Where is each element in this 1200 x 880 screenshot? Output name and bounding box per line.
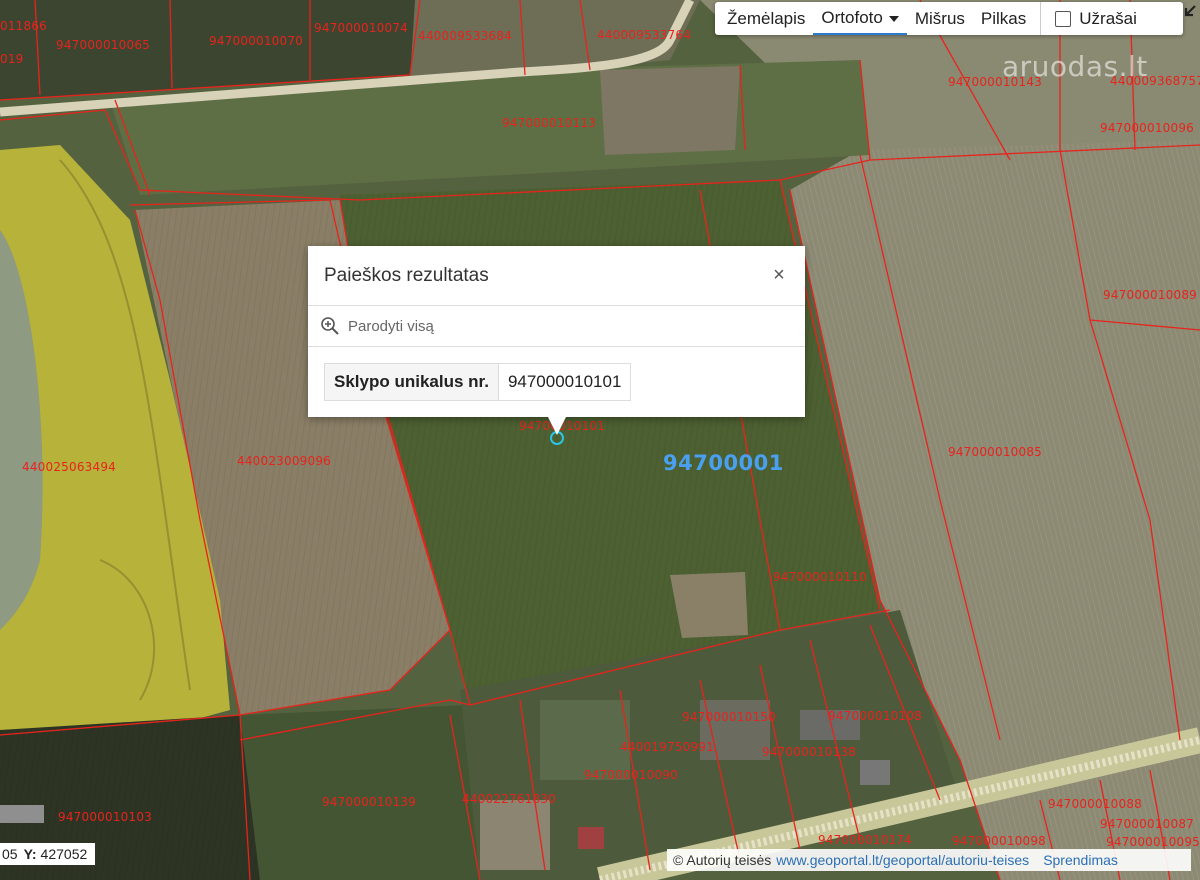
map-imagery (0, 0, 1200, 880)
basemap-tab-zemelapis[interactable]: Žemėlapis (715, 2, 813, 35)
parcel-label: 947000010139 (322, 795, 417, 809)
parcel-label: 947000010138 (762, 745, 857, 759)
y-coordinate-value: 427052 (40, 846, 88, 862)
show-all-link[interactable]: Parodyti visą (308, 306, 805, 347)
parcel-label: 440019750991 (620, 740, 715, 754)
attribute-table: Sklypo unikalus nr. 947000010101 (324, 363, 632, 401)
attribution-bar: © Autorių teisės www.geoportal.lt/geopor… (667, 849, 1191, 871)
table-row: Sklypo unikalus nr. 947000010101 (324, 363, 632, 401)
x-coordinate-fragment: 05 (2, 846, 18, 862)
attribute-key: Sklypo unikalus nr. (324, 363, 499, 401)
basemap-tab-pilkas[interactable]: Pilkas (973, 2, 1034, 35)
basemap-toolbar: Žemėlapis Ortofoto Mišrus Pilkas Užrašai (715, 2, 1183, 35)
parcel-label: 947000010108 (828, 709, 923, 723)
parcel-label: 947000010103 (58, 810, 153, 824)
parcel-label: 947000010150 (682, 710, 777, 724)
scale-bar (0, 805, 44, 823)
close-icon[interactable]: × (769, 264, 789, 287)
parcel-label: 947000010113 (502, 116, 597, 130)
parcel-label: 947000010085 (948, 445, 1043, 459)
show-all-label: Parodyti visą (348, 317, 434, 335)
parcel-label: 440023009096 (237, 454, 332, 468)
popup-header: Paieškos rezultatas × (308, 246, 805, 306)
parcel-label: 947000010110 (773, 570, 868, 584)
parcel-label: 947000010174 (818, 833, 913, 847)
collapse-arrow-icon[interactable] (1183, 4, 1197, 18)
search-result-popup: Paieškos rezultatas × Parodyti visą Skly… (308, 246, 805, 435)
parcel-label: 947000010065 (56, 38, 151, 52)
popup-pointer (548, 417, 566, 435)
parcel-label: 947000010098 (952, 834, 1047, 848)
caret-down-icon (888, 15, 899, 22)
copyright-text: © Autorių teisės (673, 852, 772, 868)
parcel-label: 440009533684 (418, 29, 513, 43)
basemap-tab-label: Mišrus (914, 8, 965, 28)
parcel-label: 947000010088 (1048, 797, 1143, 811)
coordinate-readout: 05 Y: 427052 (0, 843, 96, 865)
basemap-tab-ortofoto[interactable]: Ortofoto (813, 2, 907, 35)
parcel-label: 947000010087 (1100, 817, 1195, 831)
parcel-label: 011866 (0, 19, 48, 33)
notes-toggle[interactable]: Užrašai (1041, 2, 1145, 35)
parcel-label: 947000010070 (209, 34, 304, 48)
solutions-link[interactable]: Sprendimas (1043, 852, 1118, 868)
popup-title: Paieškos rezultatas (324, 264, 489, 286)
parcel-label: 947000010096 (1100, 121, 1195, 135)
parcel-label: 947000010095 (1106, 835, 1200, 849)
parcel-label: 440025063494 (22, 460, 117, 474)
watermark-logo: aruodas.lt (1002, 50, 1148, 83)
cadastral-block-label: 94700001 (663, 451, 784, 475)
basemap-tab-label: Ortofoto (821, 7, 883, 27)
parcel-label: 440009533764 (597, 28, 692, 42)
y-label: Y: (23, 846, 37, 862)
notes-checkbox[interactable] (1055, 10, 1072, 27)
parcel-label: 019 (0, 52, 24, 66)
basemap-tab-label: Žemėlapis (727, 8, 806, 28)
attribute-value: 947000010101 (497, 363, 632, 401)
copyright-link[interactable]: www.geoportal.lt/geoportal/autoriu-teise… (776, 852, 1029, 868)
orthophoto-map[interactable]: 011866 947000010065 947000010070 9470000… (0, 0, 1200, 880)
parcel-label: 947000010074 (314, 21, 409, 35)
zoom-in-icon (321, 317, 339, 335)
parcel-label: 440022761830 (462, 792, 557, 806)
notes-label: Užrašai (1079, 8, 1137, 28)
parcel-label: 947000010090 (584, 768, 679, 782)
parcel-label: 947000010089 (1103, 288, 1198, 302)
basemap-tab-label: Pilkas (980, 8, 1027, 28)
basemap-tab-misrus[interactable]: Mišrus (907, 2, 973, 35)
